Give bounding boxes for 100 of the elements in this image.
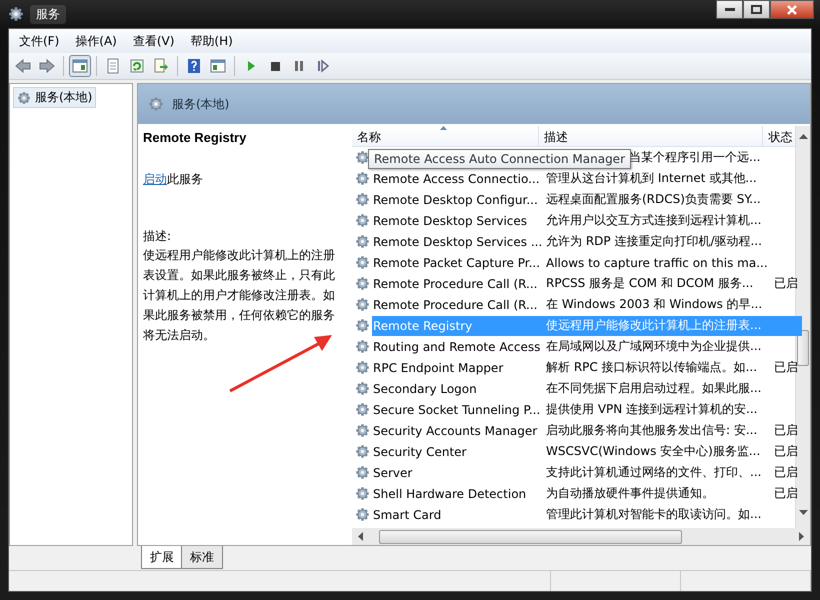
table-cell: 远程桌面配置服务(RDCS)负责需要 SY... <box>546 192 761 206</box>
table-cell: WSCSVC(Windows 安全中心)服务监... <box>546 444 760 458</box>
table-cell: 允许为 RDP 连接重定向打印机/驱动程... <box>546 234 762 248</box>
document-icon[interactable] <box>105 58 121 74</box>
table-cell: 启动此服务将向其他服务发出信号: 安... <box>546 423 758 437</box>
tab[interactable]: 标准 <box>181 546 223 569</box>
vertical-scrollbar[interactable] <box>795 126 810 528</box>
gear-icon <box>355 465 370 480</box>
table-cell: 在不同凭据下启用启动过程。如果此服... <box>546 381 762 395</box>
column-header[interactable]: 描述 <box>538 126 764 146</box>
table-cell: 已启 <box>774 465 798 479</box>
menu-item[interactable]: 查看(V) <box>126 30 180 52</box>
gear-icon <box>355 234 370 249</box>
export-icon[interactable] <box>153 58 169 74</box>
menu-item[interactable]: 文件(F) <box>13 30 66 52</box>
gear-icon <box>8 6 24 22</box>
table-cell: Security Center <box>373 444 466 458</box>
column-header[interactable]: 状态 <box>763 126 795 146</box>
gear-icon <box>355 507 370 522</box>
table-cell: 使远程用户能修改此计算机上的注册表... <box>546 318 762 332</box>
panel-icon[interactable] <box>72 58 88 74</box>
maximize-button[interactable] <box>743 0 770 19</box>
gear-icon <box>355 255 370 270</box>
gear-icon <box>355 276 370 291</box>
table-cell: 当某个程序引用一个远... <box>629 150 760 164</box>
scroll-up-icon[interactable] <box>798 134 808 140</box>
start-link[interactable]: 启动 <box>143 172 167 186</box>
column-header[interactable]: 名称 <box>352 126 539 146</box>
maximize-icon <box>751 5 762 14</box>
scroll-thumb[interactable] <box>379 530 682 544</box>
gear-icon <box>17 90 31 104</box>
description-text: 使远程用户能修改此计算机上的注册表设置。如果此服务被终止，只有此计算机上的用户才能修改注册表。如果此服务被禁用，任何依赖它的服务将无法启动。 <box>143 247 336 344</box>
table-cell: 为自动播放硬件事件提供通知。 <box>546 486 714 500</box>
forward-arrow-icon[interactable] <box>39 58 55 74</box>
table-cell: 管理从这台计算机到 Internet 或其他... <box>546 171 757 185</box>
panel-title: 服务(本地) <box>172 96 230 112</box>
table-cell: 已启 <box>774 486 798 500</box>
help-icon[interactable] <box>186 58 202 74</box>
table-cell: Remote Procedure Call (R... <box>373 298 538 312</box>
table-cell: 在局域网以及广域网环境中为企业提供... <box>546 339 762 353</box>
service-name: Remote Registry <box>143 130 248 145</box>
table-cell: 管理此计算机对智能卡的取读访问。如... <box>546 507 762 521</box>
restart-icon[interactable] <box>315 58 331 74</box>
table-cell: Remote Packet Capture Pr... <box>373 256 540 270</box>
table-cell: Remote Desktop Services <box>373 214 528 228</box>
table-cell: 已启 <box>774 360 798 374</box>
link-suffix-text: 此服务 <box>167 172 203 186</box>
table-cell: 支持此计算机通过网络的文件、打印、... <box>546 465 762 479</box>
scroll-down-icon[interactable] <box>798 510 808 516</box>
table-cell: 已启 <box>774 444 798 458</box>
gear-icon <box>355 423 370 438</box>
description-label: 描述: <box>143 228 172 245</box>
gear-icon <box>355 171 370 186</box>
table-cell: Security Accounts Manager <box>373 424 538 438</box>
minimize-button[interactable] <box>716 0 743 19</box>
table-cell: 提供使用 VPN 连接到远程计算机的安... <box>546 402 758 416</box>
tree-item[interactable]: 服务(本地) <box>13 87 96 108</box>
view-icon[interactable] <box>210 58 226 74</box>
gear-icon <box>355 486 370 501</box>
table-cell: 解析 RPC 接口标识符以传输端点。如... <box>546 360 758 374</box>
scroll-thumb[interactable] <box>797 330 809 366</box>
table-cell: Shell Hardware Detection <box>373 486 526 500</box>
tab[interactable]: 扩展 <box>141 546 183 569</box>
table-cell: Remote Registry <box>373 318 472 332</box>
window-title: 服务 <box>30 4 66 24</box>
table-cell: 在 Windows 2003 和 Windows 的早... <box>546 297 762 311</box>
gear-icon <box>355 381 370 396</box>
gear-icon <box>355 360 370 375</box>
horizontal-scrollbar[interactable] <box>352 528 810 545</box>
menu-item[interactable]: 帮助(H) <box>184 30 239 52</box>
close-button[interactable] <box>770 0 814 19</box>
table-cell: RPCSS 服务是 COM 和 DCOM 服务... <box>546 276 754 290</box>
table-cell: Remote Desktop Services ... <box>373 234 542 248</box>
table-cell: 已启 <box>774 423 798 437</box>
tooltip: Remote Access Auto Connection Manager <box>368 149 631 169</box>
back-arrow-icon[interactable] <box>15 58 31 74</box>
gear-icon <box>355 402 370 417</box>
table-cell: 允许用户以交互方式连接到远程计算机... <box>546 213 762 227</box>
table-cell: Routing and Remote Access <box>373 340 540 354</box>
table-cell: Remote Procedure Call (R... <box>373 276 538 290</box>
menu-item[interactable]: 操作(A) <box>69 30 123 52</box>
table-cell: Remote Desktop Configur... <box>373 192 538 206</box>
gear-icon <box>355 339 370 354</box>
table-cell: Secure Socket Tunneling P... <box>373 402 540 416</box>
scroll-right-icon[interactable] <box>799 532 804 541</box>
gear-icon <box>148 96 164 112</box>
gear-icon <box>355 297 370 312</box>
table-cell: 已启 <box>774 276 798 290</box>
close-icon <box>786 4 798 14</box>
table-cell: RPC Endpoint Mapper <box>373 360 504 374</box>
gear-icon <box>355 150 370 165</box>
minimize-icon <box>724 8 734 12</box>
scroll-left-icon[interactable] <box>358 532 363 541</box>
table-cell: Secondary Logon <box>373 382 477 396</box>
table-cell: Allows to capture traffic on this ma... <box>546 256 768 270</box>
gear-icon <box>355 192 370 207</box>
gear-icon <box>355 318 370 333</box>
refresh-icon[interactable] <box>129 58 145 74</box>
table-cell: Server <box>373 466 412 480</box>
gear-icon <box>355 213 370 228</box>
